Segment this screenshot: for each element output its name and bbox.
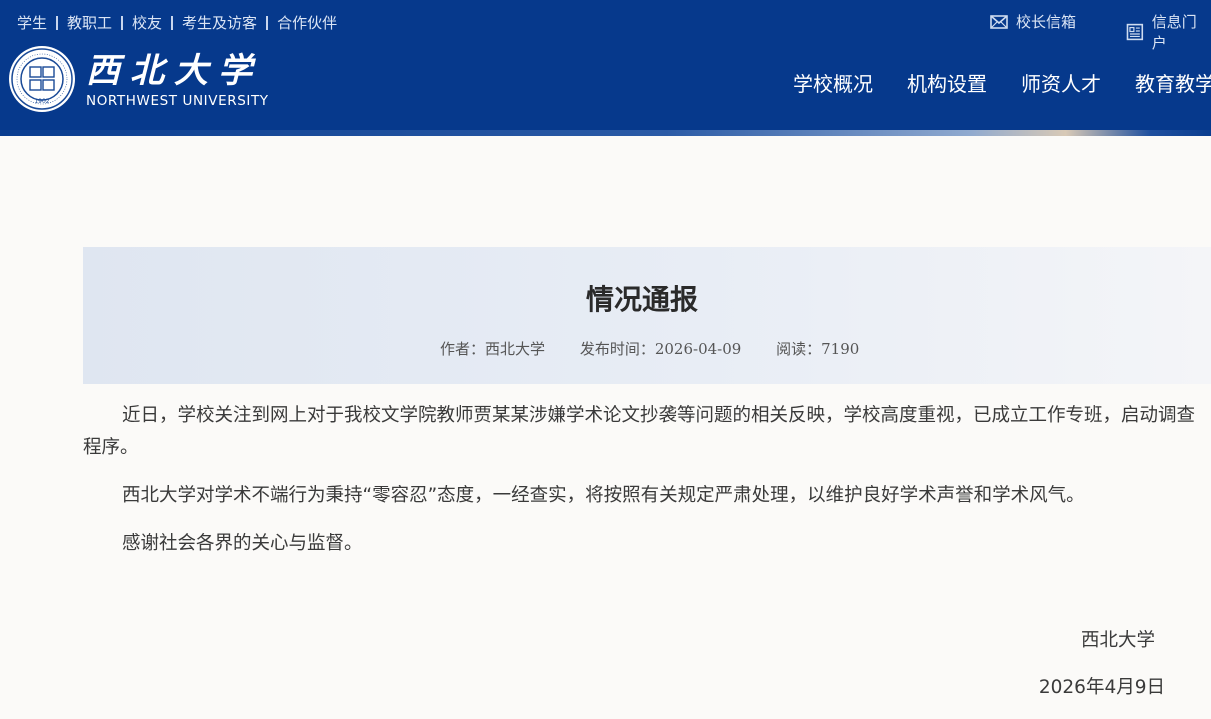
audience-links: 学生 教职工 校友 考生及访客 合作伙伴 bbox=[17, 12, 337, 33]
divider bbox=[56, 15, 59, 30]
main-nav: 学校概况 机构设置 师资人才 教育教学 bbox=[793, 68, 1211, 97]
university-name-en: NORTHWEST UNIVERSITY bbox=[86, 93, 269, 109]
author-value: 西北大学 bbox=[485, 340, 546, 358]
link-visitors[interactable]: 考生及访客 bbox=[182, 12, 257, 33]
views-label: 阅读： bbox=[776, 340, 822, 358]
svg-text:1902: 1902 bbox=[34, 98, 49, 105]
date-label: 发布时间： bbox=[579, 340, 655, 358]
date-info: 发布时间：2026-04-09 bbox=[580, 340, 742, 358]
views-info: 阅读：7190 bbox=[776, 340, 859, 358]
date-value: 2026-04-09 bbox=[654, 340, 742, 358]
article-signature: 西北大学 2026年4月9日 bbox=[1039, 626, 1165, 699]
envelope-icon bbox=[990, 14, 1008, 29]
paragraph: 西北大学对学术不端行为秉持“零容忍”态度，一经查实，将按照有关规定严肃处理，以维… bbox=[122, 485, 1085, 506]
article-title: 情况通报 bbox=[585, 283, 698, 316]
paragraph: 近日，学校关注到网上对于我校文学院教师贾某某涉嫌学术论文抄袭等问题的相关反映，学… bbox=[83, 405, 1196, 458]
info-portal-link[interactable]: 信息门户 bbox=[1126, 11, 1211, 53]
author-info: 作者：西北大学 bbox=[440, 340, 545, 358]
link-partners[interactable]: 合作伙伴 bbox=[277, 12, 337, 33]
nav-departments[interactable]: 机构设置 bbox=[907, 68, 987, 97]
university-logo[interactable]: 1902 西北大学 NORTHWEST UNIVERSITY bbox=[8, 45, 278, 117]
article-body: 近日，学校关注到网上对于我校文学院教师贾某某涉嫌学术论文抄袭等问题的相关反映，学… bbox=[83, 400, 1203, 576]
nav-education[interactable]: 教育教学 bbox=[1135, 68, 1211, 97]
link-staff[interactable]: 教职工 bbox=[67, 12, 112, 33]
newspaper-icon bbox=[1126, 23, 1144, 41]
divider bbox=[171, 15, 174, 30]
article-header: 情况通报 作者：西北大学 发布时间：2026-04-09 阅读：7190 bbox=[83, 247, 1211, 384]
link-students[interactable]: 学生 bbox=[17, 12, 47, 33]
header-banner-strip bbox=[0, 130, 1211, 136]
nav-about[interactable]: 学校概况 bbox=[793, 68, 873, 97]
divider bbox=[121, 15, 124, 30]
university-name-cn: 西北大学 bbox=[86, 51, 262, 91]
president-mailbox-link[interactable]: 校长信箱 bbox=[990, 11, 1076, 32]
views-value: 7190 bbox=[821, 340, 860, 358]
top-bar: 学生 教职工 校友 考生及访客 合作伙伴 校长信箱 信息门户 bbox=[0, 10, 1211, 52]
divider bbox=[266, 15, 269, 30]
mailbox-label: 校长信箱 bbox=[1016, 13, 1077, 31]
paragraph: 感谢社会各界的关心与监督。 bbox=[122, 533, 363, 554]
portal-label: 信息门户 bbox=[1151, 13, 1197, 52]
university-seal-icon: 1902 bbox=[9, 46, 75, 112]
link-alumni[interactable]: 校友 bbox=[132, 12, 162, 33]
article-meta: 作者：西北大学 发布时间：2026-04-09 阅读：7190 bbox=[440, 338, 889, 359]
site-header: 学生 教职工 校友 考生及访客 合作伙伴 校长信箱 信息门户 1902 西北大学… bbox=[0, 0, 1211, 130]
author-label: 作者： bbox=[440, 340, 486, 358]
nav-faculty[interactable]: 师资人才 bbox=[1021, 68, 1101, 97]
signature-date: 2026年4月9日 bbox=[1038, 677, 1165, 698]
signature-name: 西北大学 bbox=[1080, 630, 1155, 651]
wordmark: 西北大学 NORTHWEST UNIVERSITY bbox=[86, 51, 269, 109]
